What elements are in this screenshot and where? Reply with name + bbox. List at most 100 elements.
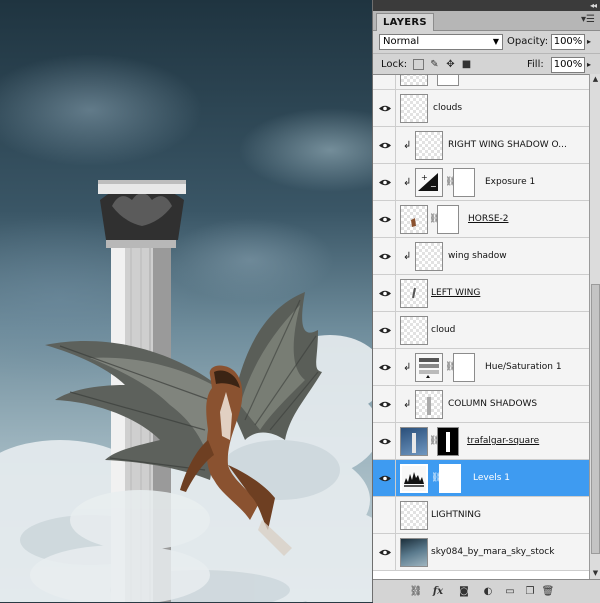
layer-thumbnail bbox=[415, 242, 443, 271]
new-group-icon[interactable]: ▭ bbox=[503, 585, 517, 598]
document-canvas[interactable] bbox=[0, 0, 372, 602]
layer-row[interactable]: ↲ RIGHT WING SHADOW O... bbox=[373, 127, 589, 164]
hue-saturation-adjustment-icon bbox=[415, 353, 443, 382]
lock-label: Lock: bbox=[381, 59, 408, 70]
eye-icon[interactable] bbox=[374, 534, 396, 570]
chevron-down-icon: ▼ bbox=[492, 37, 499, 46]
scroll-thumb[interactable] bbox=[591, 284, 600, 554]
layer-row[interactable]: ⛓ RIGHT WING bbox=[373, 75, 589, 90]
clip-arrow-icon: ↲ bbox=[403, 251, 412, 262]
eye-icon[interactable] bbox=[374, 201, 396, 237]
svg-text:+: + bbox=[421, 173, 428, 182]
eye-icon[interactable] bbox=[374, 275, 396, 311]
exposure-adjustment-icon: + − bbox=[415, 168, 443, 197]
lock-row: Lock: ✎ ✥ ■ Fill: 100% ▸ bbox=[373, 53, 600, 76]
layer-name: Levels 1 bbox=[473, 473, 511, 483]
layer-name: Exposure 1 bbox=[485, 177, 536, 187]
layer-mask-thumbnail bbox=[437, 427, 459, 456]
layer-name: clouds bbox=[433, 103, 463, 113]
layer-row[interactable]: ⛓ trafalgar-square bbox=[373, 423, 589, 460]
layer-thumbnail bbox=[415, 131, 443, 160]
opacity-label: Opacity: bbox=[507, 36, 549, 47]
fill-label: Fill: bbox=[527, 59, 544, 70]
eye-icon[interactable] bbox=[374, 349, 396, 385]
layers-list: ⛓ RIGHT WING clouds ↲ RIGHT WING SHADOW … bbox=[373, 74, 589, 580]
layer-row[interactable]: cloud bbox=[373, 312, 589, 349]
layer-name: LEFT WING bbox=[431, 288, 481, 298]
eye-icon[interactable] bbox=[374, 423, 396, 459]
svg-text:−: − bbox=[430, 182, 437, 191]
tab-layers[interactable]: LAYERS bbox=[376, 13, 434, 31]
lock-position-icon[interactable]: ✥ bbox=[445, 59, 456, 70]
lock-transparency-icon[interactable] bbox=[413, 59, 424, 70]
visibility-toggle[interactable] bbox=[374, 75, 396, 89]
layer-row[interactable]: ↲ wing shadow bbox=[373, 238, 589, 275]
levels-adjustment-icon bbox=[400, 464, 428, 493]
layer-mask-thumbnail bbox=[453, 353, 475, 382]
eye-icon[interactable] bbox=[374, 127, 396, 163]
eye-icon[interactable] bbox=[374, 312, 396, 348]
trash-icon[interactable]: 🗑 bbox=[541, 585, 555, 598]
layer-row[interactable]: LIGHTNING bbox=[373, 497, 589, 534]
visibility-toggle-off[interactable] bbox=[374, 497, 396, 533]
layer-mask-thumbnail bbox=[437, 75, 459, 86]
layer-row[interactable]: ⛓ HORSE-2 bbox=[373, 201, 589, 238]
layer-name: sky084_by_mara_sky_stock bbox=[431, 547, 555, 557]
fill-field[interactable]: 100% bbox=[551, 57, 585, 73]
new-adjustment-icon[interactable]: ◐ bbox=[481, 585, 495, 598]
layer-row-selected[interactable]: ⛓ Levels 1 bbox=[373, 460, 589, 497]
opacity-field[interactable]: 100% bbox=[551, 34, 585, 50]
new-layer-icon[interactable]: ❐ bbox=[523, 585, 537, 598]
lock-brush-icon[interactable]: ✎ bbox=[429, 59, 440, 70]
layer-row[interactable]: ↲ + − ⛓ Exposure 1 bbox=[373, 164, 589, 201]
layer-row[interactable]: sky084_by_mara_sky_stock bbox=[373, 534, 589, 571]
panel-tab-row: LAYERS ▾☰ bbox=[373, 11, 600, 31]
clip-arrow-icon: ↲ bbox=[403, 399, 412, 410]
layer-style-icon[interactable]: fx bbox=[431, 585, 445, 598]
layer-thumbnail bbox=[400, 501, 428, 530]
layer-thumbnail bbox=[400, 316, 428, 345]
scroll-up-icon[interactable]: ▲ bbox=[590, 74, 600, 85]
layer-name: HORSE-2 bbox=[468, 214, 509, 224]
eye-icon[interactable] bbox=[374, 90, 396, 126]
panel-menu-icon[interactable]: ▾☰ bbox=[581, 13, 595, 27]
layer-name: wing shadow bbox=[448, 251, 507, 261]
blend-mode-value: Normal bbox=[383, 36, 420, 47]
layer-row[interactable]: clouds bbox=[373, 90, 589, 127]
layer-name: RIGHT WING bbox=[467, 75, 523, 89]
layer-thumbnail bbox=[400, 279, 428, 308]
link-layers-icon[interactable]: ⛓ bbox=[409, 585, 423, 598]
clip-arrow-icon: ↲ bbox=[403, 140, 412, 151]
layer-thumbnail bbox=[415, 390, 443, 419]
lock-all-icon[interactable]: ■ bbox=[461, 59, 472, 70]
layer-mask-thumbnail bbox=[437, 205, 459, 234]
scroll-down-icon[interactable]: ▼ bbox=[590, 568, 600, 579]
layer-thumbnail bbox=[400, 538, 428, 567]
layer-thumbnail bbox=[400, 75, 428, 86]
panel-footer: ⛓ fx ◙ ◐ ▭ ❐ 🗑 bbox=[373, 579, 600, 603]
blend-mode-select[interactable]: Normal ▼ bbox=[379, 34, 503, 50]
clip-arrow-icon: ↲ bbox=[403, 362, 412, 373]
layer-name: trafalgar-square bbox=[467, 436, 540, 446]
layer-thumbnail bbox=[400, 427, 428, 456]
opacity-slider-arrow-icon[interactable]: ▸ bbox=[587, 37, 591, 46]
layer-name: COLUMN SHADOWS bbox=[448, 399, 538, 409]
layer-row[interactable]: LEFT WING bbox=[373, 275, 589, 312]
layer-name: LIGHTNING bbox=[431, 510, 482, 520]
layer-row[interactable]: ↲ ⛓ Hue/Saturation 1 bbox=[373, 349, 589, 386]
eye-icon[interactable] bbox=[374, 460, 396, 496]
add-mask-icon[interactable]: ◙ bbox=[457, 585, 471, 598]
layer-row[interactable]: ↲ COLUMN SHADOWS bbox=[373, 386, 589, 423]
layers-scrollbar[interactable]: ▲ ▼ bbox=[589, 74, 600, 579]
collapse-panel-icon[interactable]: ◂◂ bbox=[590, 0, 597, 11]
layer-thumbnail bbox=[400, 94, 428, 123]
layer-thumbnail bbox=[400, 205, 428, 234]
eye-icon[interactable] bbox=[374, 386, 396, 422]
blend-row: Normal ▼ Opacity: 100% ▸ bbox=[373, 31, 600, 53]
clip-arrow-icon: ↲ bbox=[403, 177, 412, 188]
fill-slider-arrow-icon[interactable]: ▸ bbox=[587, 60, 591, 69]
eye-icon[interactable] bbox=[374, 164, 396, 200]
layer-name: Hue/Saturation 1 bbox=[485, 362, 562, 372]
layer-mask-thumbnail bbox=[439, 464, 461, 493]
eye-icon[interactable] bbox=[374, 238, 396, 274]
